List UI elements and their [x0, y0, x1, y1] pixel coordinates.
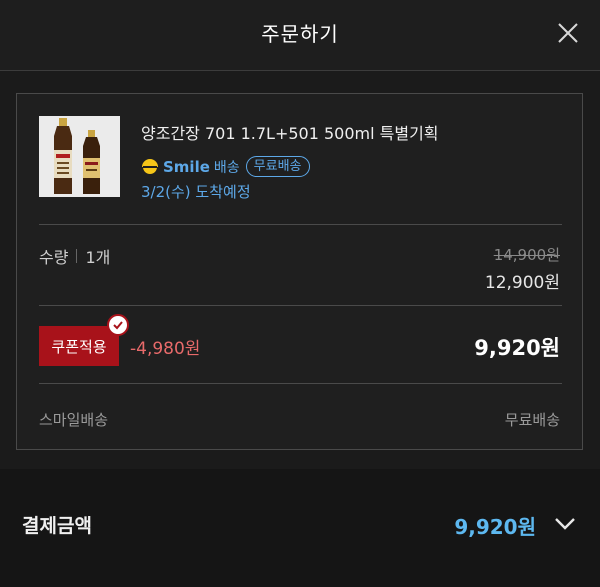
- divider: [39, 224, 562, 225]
- smile-label: Smile: [163, 157, 210, 176]
- order-content: 양조간장 701 1.7L+501 500ml 특별기획 Smile 배송 무료…: [0, 71, 600, 469]
- discount-amount: -4,980원: [130, 339, 201, 359]
- quantity-value: 1개: [85, 248, 111, 267]
- payment-label: 결제금액: [22, 515, 92, 537]
- delivery-method: 스마일배송: [39, 411, 109, 429]
- payment-amount: 9,920원: [454, 515, 536, 539]
- header: 주문하기: [0, 0, 600, 71]
- chevron-down-icon: [555, 518, 575, 530]
- divider: [39, 305, 562, 306]
- original-price: 14,900원: [493, 246, 560, 264]
- product-name[interactable]: 양조간장 701 1.7L+501 500ml 특별기획: [141, 120, 439, 144]
- soy-sauce-bottles-image: [39, 116, 120, 197]
- smile-icon: [142, 158, 158, 175]
- payment-summary: 결제금액 9,920원: [0, 469, 600, 587]
- coupon-apply-button[interactable]: 쿠폰적용: [39, 326, 119, 366]
- shipping-label: 배송: [213, 159, 240, 176]
- quantity-label: 수량: [39, 248, 69, 267]
- order-item-card: 양조간장 701 1.7L+501 500ml 특별기획 Smile 배송 무료…: [16, 93, 583, 450]
- page-title: 주문하기: [261, 22, 339, 46]
- close-button[interactable]: [548, 18, 588, 48]
- quantity-separator: [76, 249, 78, 263]
- final-price: 9,920원: [474, 336, 560, 360]
- shipping-info: Smile 배송 무료배송: [141, 156, 310, 177]
- delivery-cost: 무료배송: [504, 411, 560, 429]
- divider: [39, 383, 562, 384]
- checkmark-icon: [107, 314, 129, 336]
- arrival-date: 3/2(수) 도착예정: [141, 183, 251, 201]
- close-icon: [558, 23, 578, 43]
- coupon-area: 쿠폰적용: [39, 314, 129, 366]
- sale-price: 12,900원: [484, 273, 560, 293]
- product-image[interactable]: [39, 116, 120, 197]
- expand-button[interactable]: [548, 509, 582, 539]
- quantity: 수량 1개: [39, 244, 110, 268]
- free-shipping-badge: 무료배송: [245, 156, 310, 177]
